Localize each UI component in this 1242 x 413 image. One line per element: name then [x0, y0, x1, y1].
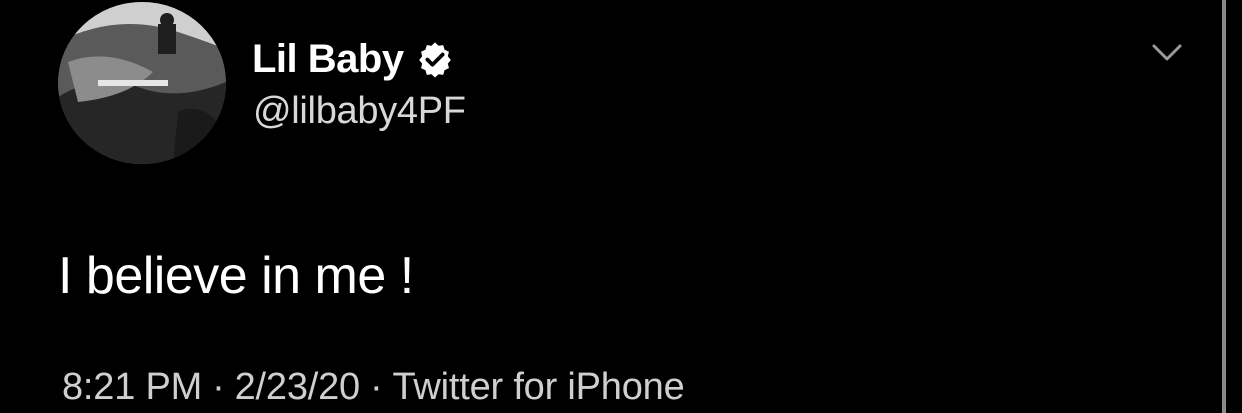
- chevron-down-icon[interactable]: [1148, 38, 1186, 68]
- display-name[interactable]: Lil Baby: [252, 37, 404, 82]
- author-row: Lil Baby: [252, 34, 454, 84]
- tweet-card: Lil Baby @lilbaby4PF I believe in me ! 8…: [0, 0, 1242, 413]
- tweet-meta: 8:21 PM · 2/23/20 · Twitter for iPhone: [62, 366, 685, 409]
- verified-badge-icon: [416, 40, 454, 78]
- meta-separator: ·: [369, 366, 383, 408]
- avatar-image: [58, 2, 226, 164]
- tweet-date[interactable]: 2/23/20: [235, 366, 361, 408]
- scrollbar-edge: [1222, 0, 1226, 413]
- author-handle[interactable]: @lilbaby4PF: [253, 90, 466, 133]
- tweet-time[interactable]: 8:21 PM: [62, 366, 202, 408]
- tweet-text: I believe in me !: [58, 247, 414, 305]
- meta-separator: ·: [212, 366, 225, 408]
- tweet-source-link[interactable]: Twitter for iPhone: [392, 366, 684, 408]
- avatar[interactable]: [58, 2, 226, 164]
